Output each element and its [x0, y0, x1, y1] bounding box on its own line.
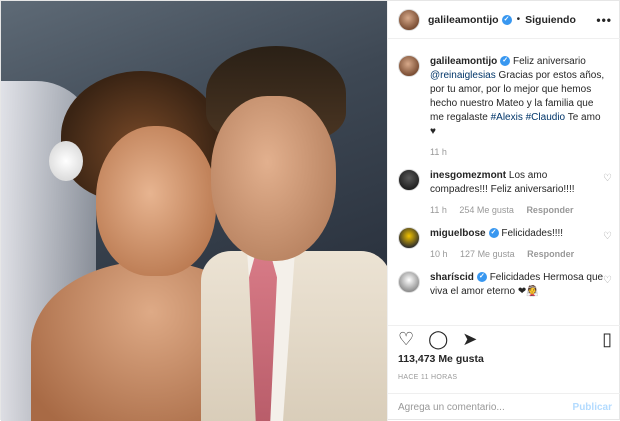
post-side-panel: galileamontijo ✓ • Siguiendo ••• galilea…: [387, 1, 620, 421]
verified-badge-icon: ✓: [476, 272, 487, 283]
verified-badge-icon: ✓: [501, 14, 512, 25]
caption-time[interactable]: 11 h: [430, 147, 447, 157]
comment-username[interactable]: miguelbose: [430, 228, 486, 239]
caption: galileamontijo ✓ Feliz aniversario @reina…: [398, 55, 612, 159]
comment-likes[interactable]: 254 Me gusta: [459, 205, 514, 215]
groom-suit: [201, 251, 387, 421]
more-options-icon[interactable]: •••: [596, 13, 612, 27]
post-header: galileamontijo ✓ • Siguiendo •••: [388, 1, 620, 39]
like-heart-icon[interactable]: ♡: [398, 329, 414, 349]
verified-badge-icon: ✓: [500, 56, 511, 67]
follow-status-button[interactable]: Siguiendo: [525, 14, 576, 26]
save-bookmark-icon[interactable]: ▯: [602, 329, 612, 349]
likes-number: 113,473: [398, 353, 436, 365]
comments-list: galileamontijo ✓ Feliz aniversario @reina…: [388, 45, 620, 321]
likes-count[interactable]: 113,473 Me gusta: [398, 353, 484, 365]
comment-username[interactable]: sharíscid: [430, 272, 474, 283]
hashtag-link[interactable]: #Claudio: [526, 112, 565, 123]
header-username[interactable]: galileamontijo: [428, 14, 499, 26]
instagram-post: galileamontijo ✓ • Siguiendo ••• galilea…: [0, 0, 620, 421]
comment-username[interactable]: inesgomezmont: [430, 170, 506, 181]
reply-button[interactable]: Responder: [526, 205, 573, 215]
action-bar: ♡ ◯ ➤ ▯: [388, 325, 620, 351]
hair-flower: [49, 141, 83, 181]
groom-face: [211, 96, 336, 261]
commenter-avatar[interactable]: [398, 227, 420, 249]
heart-emoji: ♥: [430, 126, 436, 137]
likes-label: Me gusta: [438, 353, 484, 365]
verified-badge-icon: ✓: [488, 228, 499, 239]
caption-text: Te amo: [565, 112, 601, 123]
caption-text: Feliz aniversario: [513, 56, 586, 67]
comment-input[interactable]: [398, 402, 573, 413]
comment-item: inesgomezmont Los amo compadres!!! Feliz…: [398, 169, 612, 217]
caption-username[interactable]: galileamontijo: [430, 56, 497, 67]
comment-bubble-icon[interactable]: ◯: [428, 329, 448, 349]
avatar[interactable]: [398, 8, 420, 31]
comment-time[interactable]: 11 h: [430, 205, 447, 215]
comment-time[interactable]: 10 h: [430, 249, 448, 259]
publish-button[interactable]: Publicar: [573, 402, 612, 413]
commenter-avatar[interactable]: [398, 169, 420, 191]
comment-text: Felicidades!!!!: [501, 228, 564, 239]
comment-composer: Publicar: [388, 393, 620, 421]
separator-dot: •: [516, 14, 521, 25]
share-send-icon[interactable]: ➤: [462, 329, 477, 349]
hashtag-link[interactable]: #Alexis: [491, 112, 523, 123]
comment-like-icon[interactable]: ♡: [603, 231, 612, 242]
comment-likes[interactable]: 127 Me gusta: [460, 249, 515, 259]
comment-like-icon[interactable]: ♡: [603, 173, 612, 184]
bride-face: [96, 126, 216, 276]
caption-avatar[interactable]: [398, 55, 420, 77]
reply-button[interactable]: Responder: [527, 249, 574, 259]
comment-item: sharíscid ✓ Felicidades Hermosa que viva …: [398, 271, 612, 299]
comment-like-icon[interactable]: ♡: [603, 275, 612, 286]
caption-mention-link[interactable]: @reinaiglesias: [430, 70, 496, 81]
commenter-avatar[interactable]: [398, 271, 420, 293]
post-timestamp: HACE 11 HORAS: [398, 374, 458, 381]
comment-item: miguelbose ✓ Felicidades!!!! 10 h 127 Me …: [398, 227, 612, 261]
post-photo[interactable]: [1, 1, 387, 421]
